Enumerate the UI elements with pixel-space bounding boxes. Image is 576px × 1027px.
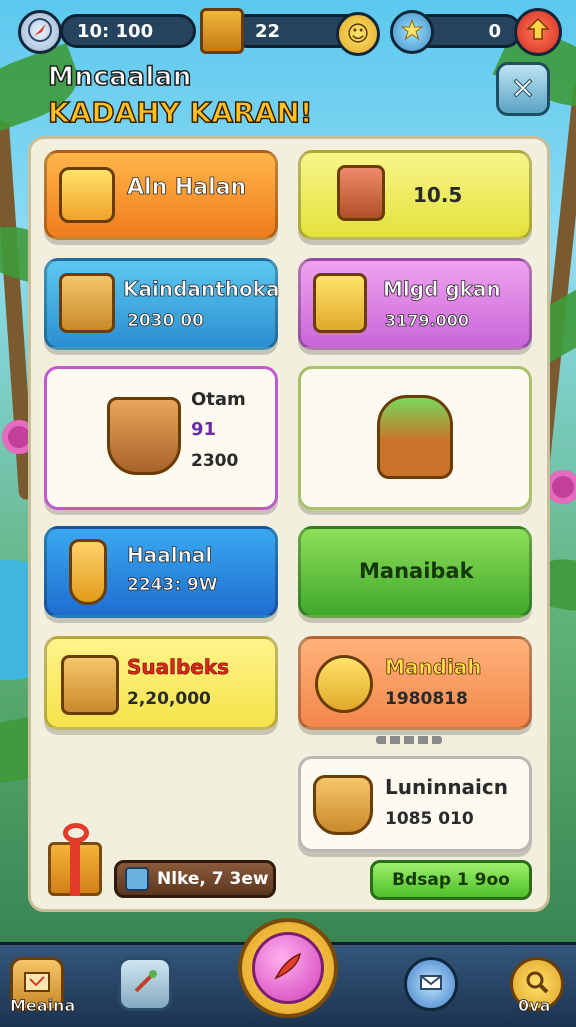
upgrade-button[interactable] <box>514 8 562 56</box>
card-0-label: Aln Halan <box>127 175 247 201</box>
shop-card-8[interactable]: Sualbeks 2,20,000 <box>44 636 278 730</box>
shop-card-4[interactable]: Otam 91 2300 <box>44 366 278 510</box>
gift-icon[interactable] <box>48 823 102 896</box>
center-action-orb <box>252 932 324 1004</box>
nav-mail-button[interactable] <box>404 957 458 1011</box>
center-action-button[interactable] <box>238 918 338 1018</box>
card-10-label: Luninnaicn <box>385 775 508 799</box>
card-8-value: 2,20,000 <box>127 689 211 709</box>
treasure-chest-icon <box>200 8 244 54</box>
card-4-value: 91 <box>191 419 217 440</box>
card-10-value: 1085 010 <box>385 809 474 829</box>
card-4-value2: 2300 <box>191 451 239 471</box>
time-text: 10: 100 <box>77 20 154 42</box>
potion-icon <box>69 539 107 605</box>
shop-card-0[interactable]: Aln Halan <box>44 150 278 240</box>
right-pill-text: Bdsap 1 9oo <box>392 870 510 890</box>
smiley-icon: ☺ <box>346 21 370 47</box>
cart-icon <box>315 655 373 713</box>
feather-icon <box>268 946 308 990</box>
nav-tools-button[interactable] <box>118 957 172 1011</box>
card-3-label: Mlgd gkan <box>383 277 502 302</box>
nav-right-label: 0va <box>518 996 551 1016</box>
card-7-label: Manaibak <box>359 559 474 583</box>
cube-icon <box>125 867 149 891</box>
shop-card-5[interactable] <box>298 366 532 510</box>
bread-basket-icon <box>313 775 373 835</box>
box-icon <box>61 655 119 715</box>
compass-icon <box>27 17 53 47</box>
top-hud: 10: 100 22 ☺ 0 <box>0 6 576 56</box>
gem-count: 0 <box>488 20 501 42</box>
card-9-label: Mandiah <box>385 655 482 680</box>
card-8-label: Sualbeks <box>127 655 230 680</box>
right-action-button[interactable]: Bdsap 1 9oo <box>370 860 532 900</box>
close-button[interactable]: ✕ <box>496 62 550 116</box>
coin-count: 22 <box>255 20 281 42</box>
star-icon <box>400 18 424 46</box>
card-6-label: Haalnal <box>127 543 213 568</box>
shop-card-1[interactable]: 10.5 <box>298 150 532 240</box>
shop-card-10[interactable]: Luninnaicn 1085 010 <box>298 756 532 852</box>
card-2-value: 2030 00 <box>127 311 205 332</box>
pot-icon <box>107 397 181 475</box>
globe-button[interactable] <box>390 10 434 54</box>
plant-pot-icon <box>377 395 453 479</box>
shop-card-9[interactable]: Mandiah 1980818 <box>298 636 532 730</box>
left-info-pill[interactable]: Nlke, 7 3ew <box>114 860 276 898</box>
shop-card-6[interactable]: Haalnal 2243: 9W <box>44 526 278 618</box>
page-indicator <box>376 736 442 744</box>
close-icon: ✕ <box>510 71 536 107</box>
card-2-label: Kaindanthoka <box>123 277 280 302</box>
smiley-button[interactable]: ☺ <box>336 12 380 56</box>
tools-icon <box>130 967 160 1001</box>
card-3-value: 3179.000 <box>385 311 470 331</box>
card-4-label: Otam <box>191 389 246 410</box>
shop-card-3[interactable]: Mlgd gkan 3179.000 <box>298 258 532 350</box>
chest-icon <box>59 273 115 333</box>
card-6-value: 2243: 9W <box>127 575 218 596</box>
time-display: 10: 100 <box>60 14 196 48</box>
title-line-2: KADAHY KARAN! <box>47 95 313 130</box>
compass-button[interactable] <box>18 10 62 54</box>
shop-card-2[interactable]: Kaindanthoka 2030 00 <box>44 258 280 350</box>
title-line-1: Mncaalan <box>47 61 192 93</box>
basket-icon <box>59 167 115 223</box>
scroll-icon <box>337 165 385 221</box>
cheese-icon <box>313 273 367 333</box>
shop-card-7[interactable]: Manaibak <box>298 526 532 618</box>
card-9-value: 1980818 <box>385 689 468 709</box>
nav-left-label: Meaina <box>10 996 76 1016</box>
left-pill-text: Nlke, 7 3ew <box>157 869 269 889</box>
card-1-value: 10.5 <box>413 183 463 207</box>
arrow-up-icon <box>526 17 550 48</box>
mail-icon <box>417 968 445 1000</box>
